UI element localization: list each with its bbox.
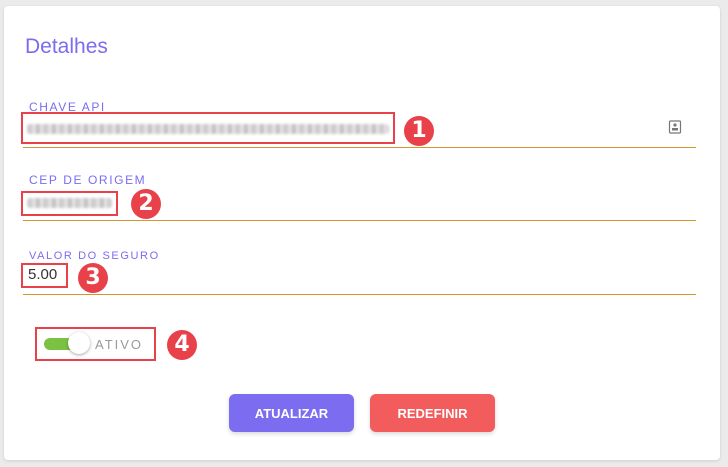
annotation-box-3 <box>21 263 68 288</box>
annotation-badge-2: 2 <box>131 189 161 219</box>
annotation-badge-4: 4 <box>167 330 197 360</box>
reveal-icon[interactable] <box>668 120 682 134</box>
insurance-value-underline <box>23 294 696 295</box>
annotation-box-1 <box>21 112 395 144</box>
reset-button[interactable]: REDEFINIR <box>370 394 495 432</box>
update-button[interactable]: ATUALIZAR <box>229 394 354 432</box>
details-card <box>4 6 720 460</box>
annotation-box-4 <box>35 327 156 361</box>
insurance-value-label: VALOR DO SEGURO <box>29 250 160 262</box>
card-title: Detalhes <box>25 35 108 58</box>
origin-zip-underline <box>23 220 696 221</box>
api-key-underline <box>23 147 696 148</box>
annotation-badge-3: 3 <box>78 263 108 293</box>
annotation-badge-1: 1 <box>404 116 434 146</box>
annotation-box-2 <box>21 191 118 216</box>
origin-zip-label: CEP DE ORIGEM <box>29 173 147 187</box>
